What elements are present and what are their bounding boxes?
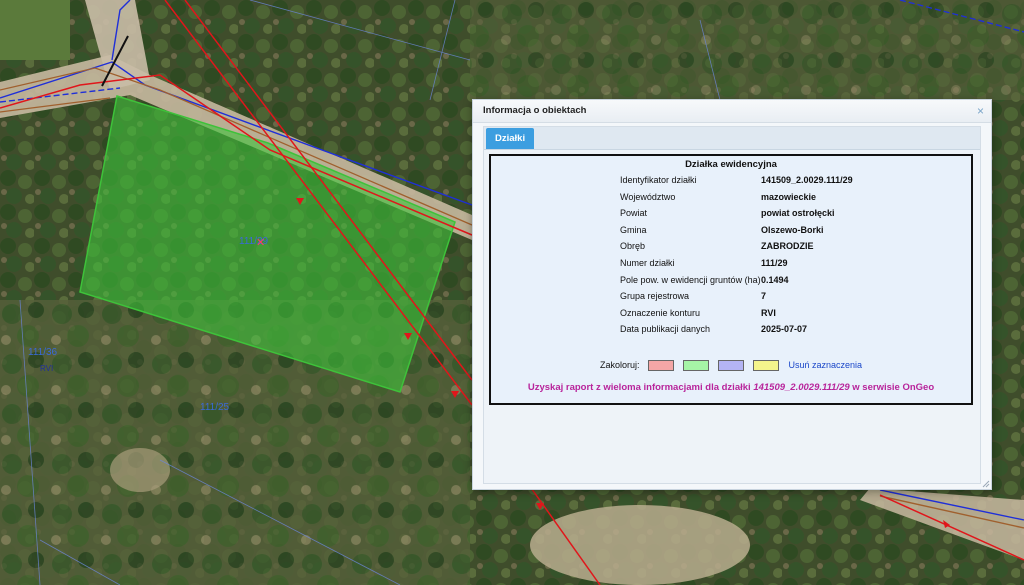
swatch-blue[interactable]	[718, 360, 745, 372]
attribute-row: Gmina Olszewo-Borki	[620, 225, 853, 242]
attribute-value: RVI	[761, 307, 776, 318]
attribute-label: Numer działki	[620, 257, 675, 268]
attribute-label: Obręb	[620, 241, 646, 252]
swatch-red[interactable]	[648, 360, 675, 372]
attribute-row: Identyfikator działki 141509_2.0029.111/2…	[620, 175, 853, 192]
attribute-label: Województwo	[620, 191, 676, 202]
attribute-label: Powiat	[620, 208, 648, 219]
swatch-green[interactable]	[683, 360, 710, 372]
close-icon[interactable]: ×	[977, 104, 984, 118]
attribute-value: ZABRODZIE	[761, 241, 814, 252]
neighbor-label-1: 111/36	[28, 347, 58, 358]
sandy-clearing	[530, 505, 750, 585]
attribute-value: 141509_2.0029.111/29	[761, 175, 853, 185]
garden-area	[0, 0, 70, 60]
attribute-value: 2025-07-07	[761, 324, 808, 335]
parcel-selection-marker: ✕	[256, 236, 265, 249]
report-prefix: Uzyskaj raport z wieloma informacjami dl…	[527, 382, 754, 393]
attribute-row: Numer działki 111/29	[620, 258, 853, 275]
resize-handle-icon[interactable]	[982, 480, 990, 488]
dialog-title: Informacja o obiektach	[483, 105, 587, 116]
attribute-row: Obręb ZABRODZIE	[620, 241, 853, 258]
attribute-value: 111/29	[761, 257, 788, 268]
attribute-row: Data publikacji danych 2025-07-07	[620, 324, 853, 341]
tab-bar: Działki	[484, 127, 980, 150]
dialog-header[interactable]: Informacja o obiektach	[473, 100, 991, 123]
dialog-body: Działki Działka ewidencyjna Identyfikato…	[483, 126, 981, 484]
attribute-label: Data publikacji danych	[620, 324, 711, 335]
attribute-value: 0.1494	[761, 274, 789, 285]
attribute-label: Oznaczenie konturu	[620, 307, 701, 318]
attribute-label: Identyfikator działki	[620, 175, 697, 185]
neighbor-label-2: RVI	[40, 364, 53, 373]
attribute-value: 7	[761, 291, 767, 302]
aerial-background-patch-right	[470, 0, 1024, 100]
report-suffix: w serwisie OnGeo	[849, 382, 935, 393]
swatch-yellow[interactable]	[753, 360, 780, 372]
attribute-label: Pole pow. w ewidencji gruntów (ha)	[620, 274, 761, 285]
sandy-clearing-2	[110, 448, 170, 492]
report-link[interactable]: Uzyskaj raport z wieloma informacjami dl…	[491, 382, 971, 393]
attribute-value: powiat ostrołęcki	[761, 208, 835, 219]
tab-parcels[interactable]: Działki	[486, 128, 535, 149]
card-title: Działka ewidencyjna	[685, 159, 777, 170]
colorize-toolbar: Zakoloruj: Usuń zaznaczenia	[491, 360, 971, 372]
attribute-value: Olszewo-Borki	[761, 224, 824, 235]
neighbor-label-3: 111/25	[200, 402, 230, 413]
attribute-row: Powiat powiat ostrołęcki	[620, 208, 853, 225]
report-parcel-id: 141509_2.0029.111/29	[753, 382, 850, 393]
attribute-row: Oznaczenie konturu RVI	[620, 308, 853, 325]
colorize-label: Zakoloruj:	[599, 360, 640, 370]
attribute-row: Województwo mazowieckie	[620, 192, 853, 209]
attribute-label: Gmina	[620, 224, 647, 235]
parcel-info-card: Działka ewidencyjna Identyfikator działk…	[489, 154, 973, 405]
parcel-attributes: Identyfikator działki 141509_2.0029.111/2…	[620, 175, 853, 341]
attribute-row: Pole pow. w ewidencji gruntów (ha)0.1494	[620, 275, 853, 292]
clear-selection-link[interactable]: Usuń zaznaczenia	[788, 360, 862, 370]
attribute-value: mazowieckie	[761, 191, 817, 202]
object-info-dialog: Informacja o obiektach × Działki Działka…	[472, 99, 992, 490]
attribute-label: Grupa rejestrowa	[620, 291, 690, 302]
attribute-row: Grupa rejestrowa 7	[620, 291, 853, 308]
